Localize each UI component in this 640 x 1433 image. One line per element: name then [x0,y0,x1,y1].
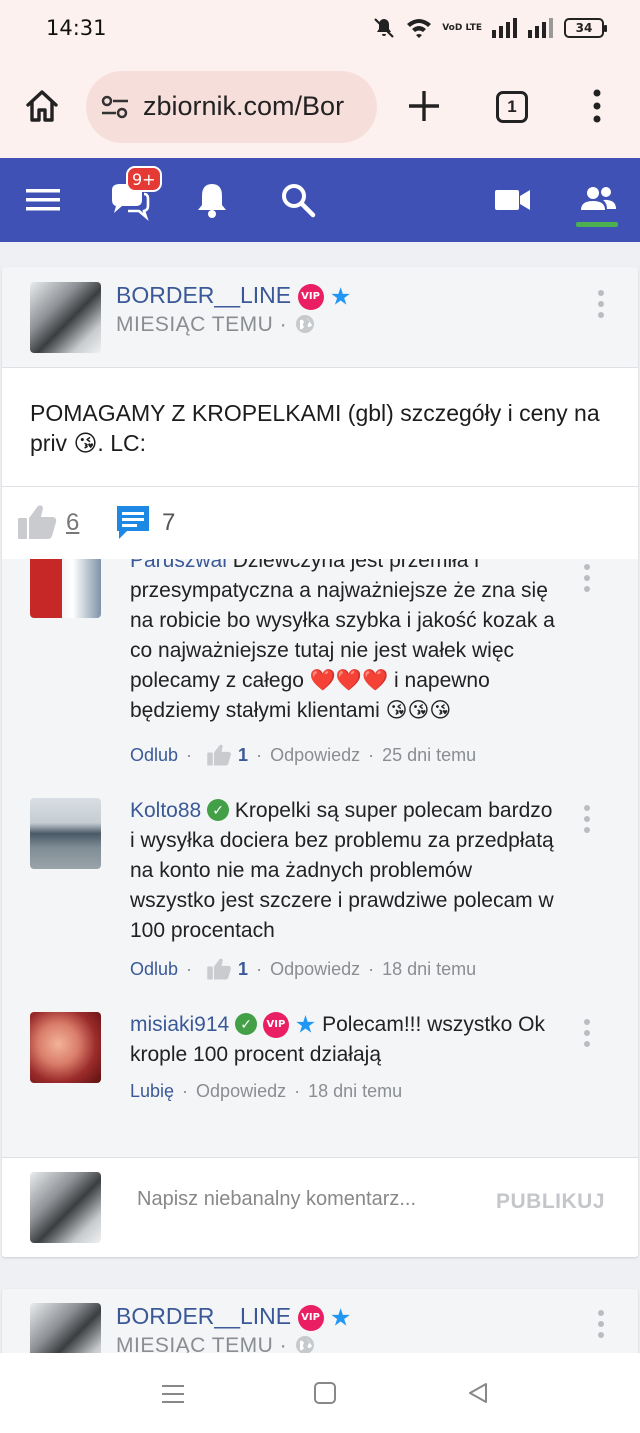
comment-options-icon[interactable] [582,1018,592,1048]
post-author-row: BORDER__LINE VIP ★ [116,1303,351,1332]
star-icon: ★ [329,1304,352,1332]
vip-badge: VIP [297,283,324,310]
post-author-avatar[interactable] [30,282,101,353]
post-options-icon[interactable] [596,1309,606,1339]
comment-like-count: 1 [238,958,249,979]
comment-options-icon[interactable] [582,563,592,593]
comment-author[interactable]: Kolto88 [130,799,201,822]
post-meta: MIESIĄC TEMU · [116,313,315,337]
comment-like-thumb-icon [207,958,231,980]
post-author-name[interactable]: BORDER__LINE [116,282,291,308]
site-navigation [0,158,640,242]
post-author-name[interactable]: BORDER__LINE [116,1303,291,1329]
unlike-button[interactable]: Odlub [130,745,178,766]
site-settings-icon[interactable] [100,93,130,121]
home-nav-icon[interactable] [313,1381,337,1405]
new-tab-icon[interactable] [404,86,444,126]
post-author-row: BORDER__LINE VIP ★ [116,282,351,311]
comment-composer: PUBLIKUJ [2,1157,638,1257]
public-globe-icon [296,1336,315,1354]
status-bar: 14:31 VoD LTE 34 [0,0,640,56]
comment-like-thumb-icon [207,744,231,766]
comment-avatar[interactable] [30,798,101,869]
post-timestamp: MIESIĄC TEMU · [116,313,288,336]
battery-indicator: 34 [564,18,607,38]
back-nav-icon[interactable] [466,1381,490,1405]
comment-like-count: 1 [238,744,249,765]
post-body: POMAGAMY Z KROPELKAMI (gbl) szczegóły i … [2,367,638,487]
more-options-icon[interactable] [590,88,604,124]
home-icon[interactable] [22,86,62,126]
tab-switcher-button[interactable]: 1 [496,91,528,123]
status-icons: VoD LTE 34 [372,16,607,40]
friends-icon[interactable] [576,178,620,222]
signal-icon-2 [528,18,553,38]
mute-icon [374,18,394,38]
messages-badge: 9+ [126,166,162,192]
signal-icon-1 [492,18,517,38]
publish-button[interactable]: PUBLIKUJ [496,1190,605,1214]
composer-avatar [30,1172,101,1243]
comment-text-block: misiaki914 ✓ VIP ★ Polecam!!! wszystko O… [130,1010,560,1070]
comment-text-line1: Dziewczyna jest przemiła i [232,559,479,572]
wifi-icon [407,19,432,38]
comment-text-block: Kolto88 ✓ Kropelki są super polecam bard… [130,796,560,946]
comment-author[interactable]: Paruszwal [130,559,227,572]
reply-button[interactable]: Odpowiedz [270,745,360,766]
vip-badge: VIP [262,1012,289,1039]
comment-timestamp: 18 dni temu [382,958,477,979]
search-icon[interactable] [276,178,320,222]
vip-badge: VIP [297,1304,324,1331]
post-text: POMAGAMY Z KROPELKAMI (gbl) szczegóły i … [30,400,600,456]
comment-text: przesympatyczna a najważniejsze że zna s… [130,579,555,722]
system-navigation-bar [0,1353,640,1433]
post-options-icon[interactable] [596,289,606,319]
active-tab-indicator [576,222,618,227]
comment-timestamp: 25 dni temu [382,744,477,765]
comment-input[interactable] [137,1188,467,1211]
comment-actions: Lubię · Odpowiedz · 18 dni temu [130,1081,403,1102]
comment-actions: Odlub · 1 · Odpowiedz · 25 dni temu [130,743,476,767]
like-count[interactable]: 6 [66,509,79,537]
star-icon: ★ [329,283,352,311]
like-thumb-icon[interactable] [16,503,58,541]
verified-icon: ✓ [235,1013,258,1035]
volte-indicator: VoD LTE [442,22,482,33]
url-text[interactable]: zbiornik.com/Bor [143,91,368,122]
star-icon: ★ [294,1011,317,1039]
comments-list: Paruszwal Dziewczyna jest przemiła i prz… [2,559,638,1157]
address-bar[interactable]: zbiornik.com/Bor [86,71,377,143]
post-stats: 6 7 [2,487,638,559]
comment-author[interactable]: misiaki914 [130,1013,229,1036]
status-time: 14:31 [46,16,107,40]
like-button[interactable]: Lubię [130,1081,174,1102]
post-card: BORDER__LINE VIP ★ MIESIĄC TEMU · POMAGA… [2,267,638,1257]
reply-button[interactable]: Odpowiedz [196,1081,286,1102]
comment-timestamp: 18 dni temu [308,1081,403,1101]
comment-avatar[interactable] [30,559,101,618]
comment-icon[interactable] [114,503,152,541]
hamburger-menu-icon[interactable] [22,178,66,222]
comment-avatar[interactable] [30,1012,101,1083]
comment-options-icon[interactable] [582,804,592,834]
comment-text-block: Paruszwal Dziewczyna jest przemiła i prz… [130,559,560,726]
unlike-button[interactable]: Odlub [130,959,178,980]
video-camera-icon[interactable] [490,178,534,222]
verified-icon: ✓ [207,799,230,821]
browser-toolbar: zbiornik.com/Bor 1 [0,56,640,158]
recent-apps-icon[interactable] [160,1381,186,1407]
public-globe-icon [296,315,315,333]
comment-actions: Odlub · 1 · Odpowiedz · 18 dni temu [130,957,476,981]
reply-button[interactable]: Odpowiedz [270,959,360,980]
comment-count[interactable]: 7 [162,509,175,537]
notifications-bell-icon[interactable] [190,178,234,222]
